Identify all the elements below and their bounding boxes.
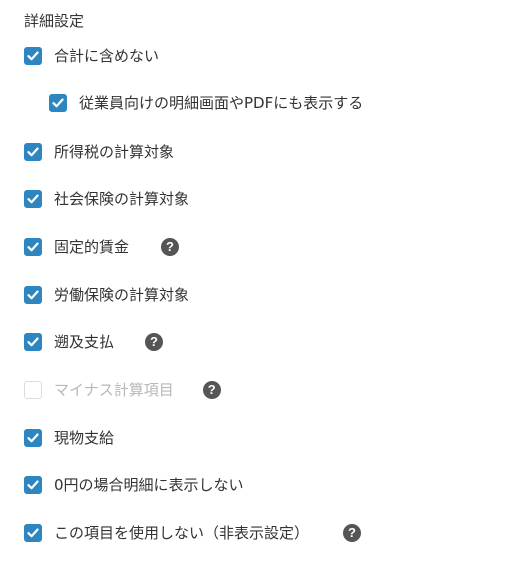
help-icon[interactable]: ? (145, 333, 164, 351)
option-retroactive-payment[interactable]: 遡及支払 ? (24, 329, 164, 355)
help-icon[interactable]: ? (343, 524, 362, 542)
checkbox-payment-in-kind[interactable] (24, 429, 42, 447)
option-fixed-wage[interactable]: 固定的賃金 ? (24, 234, 180, 260)
detail-settings-panel: 詳細設定 合計に含めない 従業員向けの明細画面やPDFにも表示する 所得税の計算… (0, 0, 516, 577)
checkbox-show-on-employee-pdf[interactable] (49, 94, 67, 112)
check-icon (27, 242, 39, 252)
check-icon (27, 337, 39, 347)
checkbox-retroactive-payment[interactable] (24, 333, 42, 351)
option-negative-calculation-item: マイナス計算項目 ? (24, 377, 221, 403)
checkbox-social-insurance-target[interactable] (24, 190, 42, 208)
option-social-insurance-target[interactable]: 社会保険の計算対象 (24, 186, 189, 212)
option-label[interactable]: この項目を使用しない（非表示設定） (54, 522, 309, 544)
checkbox-fixed-wage[interactable] (24, 238, 42, 256)
check-icon (27, 433, 39, 443)
option-label[interactable]: 0円の場合明細に表示しない (54, 474, 244, 496)
option-label[interactable]: 従業員向けの明細画面やPDFにも表示する (79, 92, 363, 114)
checkbox-exclude-from-total[interactable] (24, 47, 42, 65)
section-title: 詳細設定 (24, 12, 85, 30)
option-label[interactable]: 所得税の計算対象 (54, 141, 174, 163)
option-label[interactable]: 遡及支払 (54, 331, 114, 353)
help-icon[interactable]: ? (202, 381, 221, 399)
help-icon[interactable]: ? (161, 238, 180, 256)
check-icon (27, 528, 39, 538)
option-label[interactable]: 固定的賃金 (54, 236, 129, 258)
checkbox-do-not-use-item[interactable] (24, 524, 42, 542)
option-show-on-employee-pdf[interactable]: 従業員向けの明細画面やPDFにも表示する (49, 90, 363, 116)
option-label[interactable]: 合計に含めない (54, 45, 159, 67)
option-label[interactable]: 社会保険の計算対象 (54, 188, 189, 210)
check-icon (52, 98, 64, 108)
checkbox-negative-calculation-item (24, 381, 42, 399)
option-payment-in-kind[interactable]: 現物支給 (24, 425, 114, 451)
option-do-not-use-item[interactable]: この項目を使用しない（非表示設定） ? (24, 520, 362, 546)
option-label[interactable]: 現物支給 (54, 427, 114, 449)
option-hide-when-zero[interactable]: 0円の場合明細に表示しない (24, 472, 244, 498)
check-icon (27, 147, 39, 157)
check-icon (27, 194, 39, 204)
option-income-tax-target[interactable]: 所得税の計算対象 (24, 139, 174, 165)
option-labor-insurance-target[interactable]: 労働保険の計算対象 (24, 282, 189, 308)
checkbox-labor-insurance-target[interactable] (24, 286, 42, 304)
option-label: マイナス計算項目 (54, 381, 174, 399)
option-label[interactable]: 労働保険の計算対象 (54, 284, 189, 306)
check-icon (27, 290, 39, 300)
check-icon (27, 51, 39, 61)
checkbox-hide-when-zero[interactable] (24, 476, 42, 494)
checkbox-income-tax-target[interactable] (24, 143, 42, 161)
check-icon (27, 480, 39, 490)
option-exclude-from-total[interactable]: 合計に含めない (24, 43, 159, 69)
